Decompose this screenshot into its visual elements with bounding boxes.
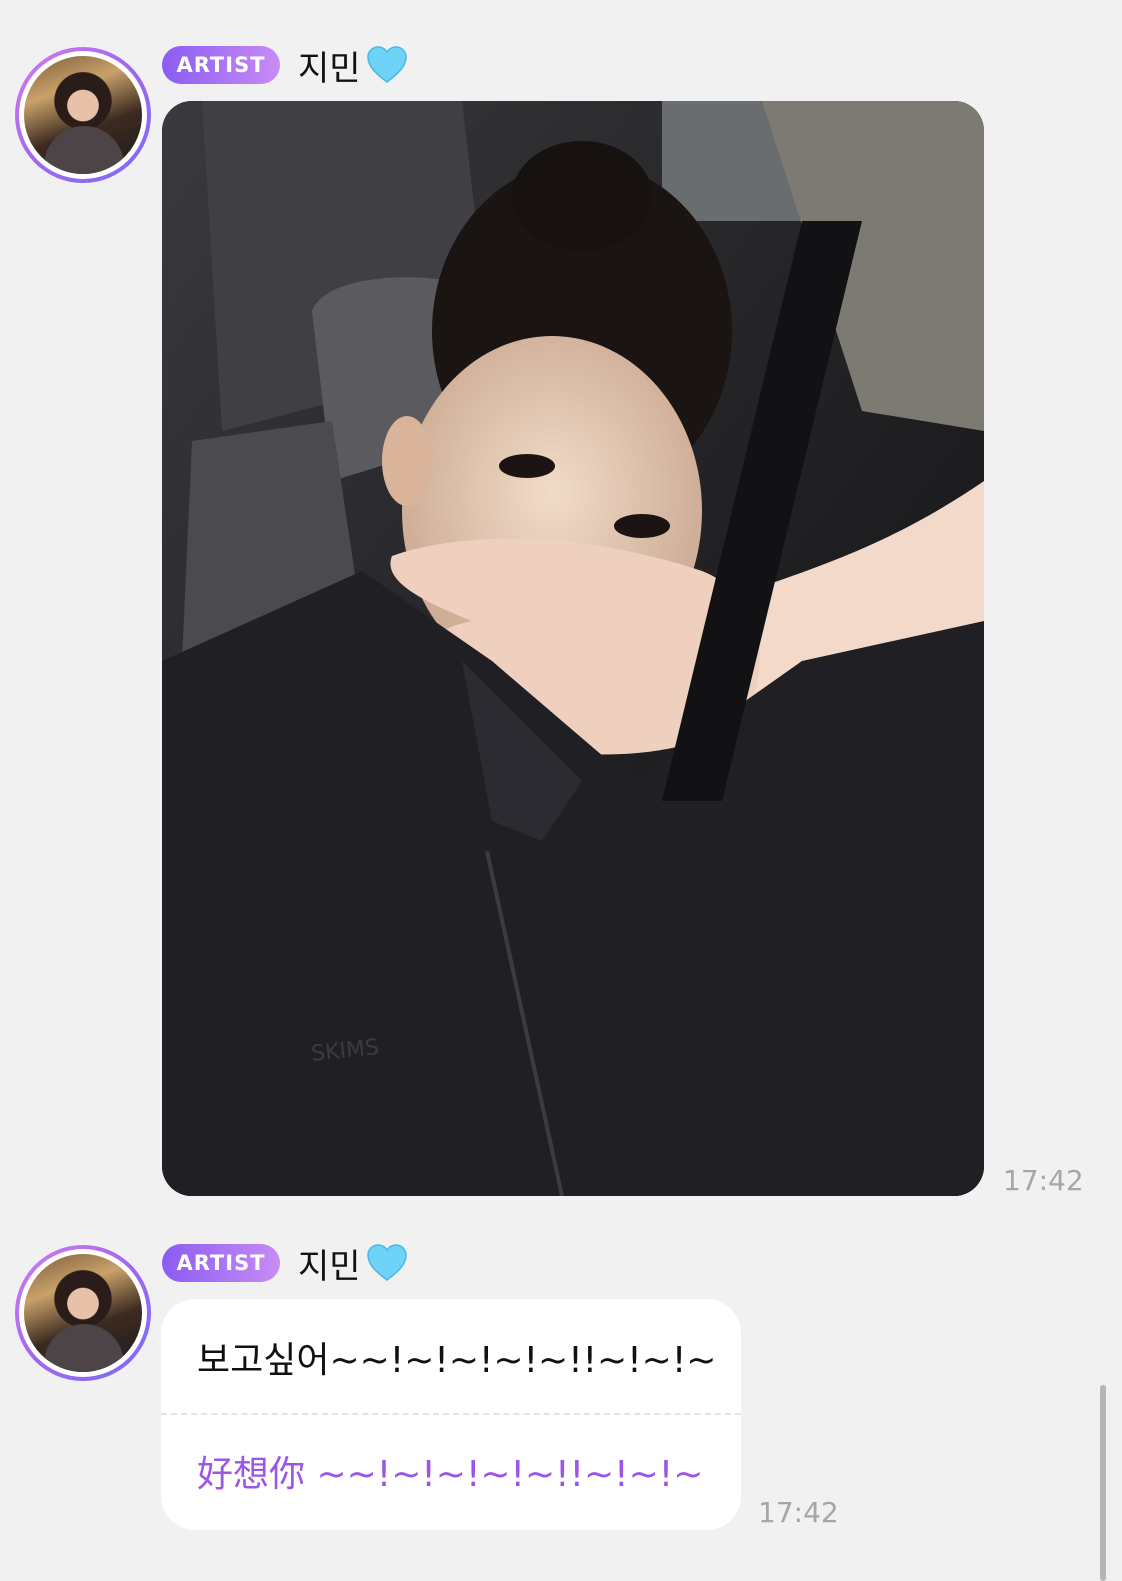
translated-message-text: 好想你 ~~!~!~!~!~!!~!~!~ [197, 1454, 704, 1495]
artist-badge: ARTIST [162, 46, 280, 84]
photo-image: SKIMS [162, 101, 984, 1196]
original-message-text: 보고싶어~~!~!~!~!~!!~!~!~ [197, 1340, 717, 1381]
light-blue-heart-icon [366, 46, 407, 83]
artist-name: 지민 [298, 40, 409, 90]
translation-divider [161, 1413, 741, 1415]
light-blue-heart-icon [366, 1244, 407, 1281]
artist-avatar[interactable] [15, 1245, 151, 1381]
message-bubble[interactable]: 보고싶어~~!~!~!~!~!!~!~!~ 好想你 ~~!~!~!~!~!!~!… [161, 1299, 741, 1530]
artist-badge: ARTIST [162, 1244, 280, 1282]
message-timestamp: 17:42 [1003, 1164, 1084, 1197]
artist-name-label: 지민 [298, 1246, 361, 1287]
artist-name: 지민 [298, 1238, 409, 1288]
avatar-photo [24, 1254, 142, 1372]
artist-name-label: 지민 [298, 48, 361, 89]
avatar-photo [24, 56, 142, 174]
message-timestamp: 17:42 [758, 1496, 839, 1529]
shared-photo[interactable]: SKIMS [162, 101, 984, 1196]
scrollbar[interactable] [1100, 1385, 1106, 1581]
artist-avatar[interactable] [15, 47, 151, 183]
